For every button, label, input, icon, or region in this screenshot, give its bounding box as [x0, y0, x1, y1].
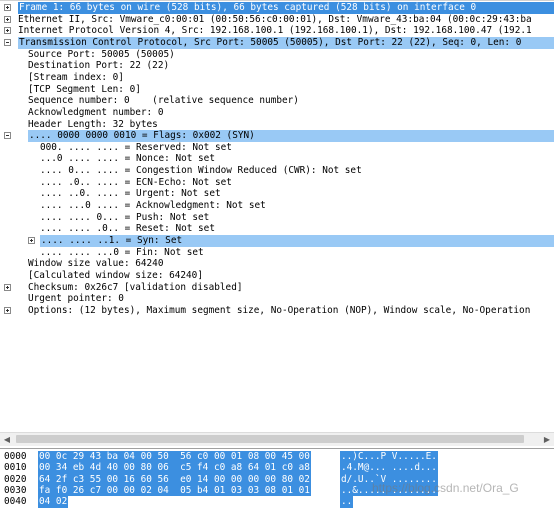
tree-row-label: Source Port: 50005 (50005)	[28, 48, 175, 60]
tree-row-label: [TCP Segment Len: 0]	[28, 83, 141, 95]
tree-row-label: Destination Port: 22 (22)	[28, 60, 170, 72]
hex-bytes[interactable]: 64 2f c3 55 00 16 60 56 e0 14 00 00 00 0…	[38, 473, 311, 486]
scroll-left-arrow-icon[interactable]: ◀	[0, 433, 14, 446]
hex-ascii[interactable]: .4.M@... ....d...	[340, 462, 438, 474]
tree-row[interactable]: Ethernet II, Src: Vmware_c0:00:01 (00:50…	[0, 14, 554, 26]
expand-icon[interactable]	[4, 4, 11, 11]
tree-row-label: Transmission Control Protocol, Src Port:…	[18, 36, 554, 49]
hex-offset: 0010	[4, 462, 27, 474]
hex-ascii[interactable]: ..)C...P V.....E.	[340, 451, 438, 463]
expand-icon[interactable]	[4, 15, 11, 23]
tree-row[interactable]: .... .... ...0 = Fin: Not set	[0, 247, 554, 259]
tree-row[interactable]: Source Port: 50005 (50005)	[0, 49, 554, 61]
tree-row-label: .... .... 0... = Push: Not set	[40, 211, 210, 223]
tree-row[interactable]: Destination Port: 22 (22)	[0, 60, 554, 72]
scroll-thumb[interactable]	[16, 435, 524, 443]
tree-row[interactable]: Acknowledgment number: 0	[0, 107, 554, 119]
tree-row-label: 000. .... .... = Reserved: Not set	[40, 141, 232, 153]
tree-row-label: Urgent pointer: 0	[28, 293, 124, 305]
tree-row-label: .... .... ..1. = Syn: Set	[40, 235, 554, 247]
tree-row[interactable]: [Stream index: 0]	[0, 72, 554, 84]
tree-row-label: Internet Protocol Version 4, Src: 192.16…	[18, 25, 532, 37]
tree-row[interactable]: Sequence number: 0 (relative sequence nu…	[0, 95, 554, 107]
hex-bytes[interactable]: 00 0c 29 43 ba 04 00 50 56 c0 00 01 08 0…	[38, 451, 311, 463]
tree-row-label: .... 0000 0000 0010 = Flags: 0x002 (SYN)	[28, 130, 554, 142]
hex-bytes[interactable]: 00 34 eb 4d 40 00 80 06 c5 f4 c0 a8 64 0…	[38, 462, 311, 474]
tree-row[interactable]: .... 0000 0000 0010 = Flags: 0x002 (SYN)	[0, 130, 554, 142]
hex-row[interactable]: 0040 04 02..	[0, 496, 554, 508]
tree-row[interactable]: [Calculated window size: 64240]	[0, 270, 554, 282]
hex-row[interactable]: 0000 00 0c 29 43 ba 04 00 50 56 c0 00 01 …	[0, 451, 554, 463]
hex-offset: 0040	[4, 496, 27, 508]
tree-row[interactable]: .... .... 0... = Push: Not set	[0, 212, 554, 224]
tree-row[interactable]: Transmission Control Protocol, Src Port:…	[0, 36, 554, 49]
tree-row[interactable]: .... .... .0.. = Reset: Not set	[0, 223, 554, 235]
hex-offset: 0020	[4, 473, 27, 485]
tree-row[interactable]: ...0 .... .... = Nonce: Not set	[0, 153, 554, 165]
tree-row[interactable]: Internet Protocol Version 4, Src: 192.16…	[0, 25, 554, 37]
tree-row[interactable]: Window size value: 64240	[0, 258, 554, 270]
packet-details-tree[interactable]: Frame 1: 66 bytes on wire (528 bits), 66…	[0, 0, 554, 432]
tree-row-label: [Stream index: 0]	[28, 71, 124, 83]
tree-row[interactable]: .... 0... .... = Congestion Window Reduc…	[0, 165, 554, 177]
tree-row-label: .... .0.. .... = ECN-Echo: Not set	[40, 176, 232, 188]
tree-row[interactable]: Urgent pointer: 0	[0, 293, 554, 305]
tree-row[interactable]: Frame 1: 66 bytes on wire (528 bits), 66…	[0, 2, 554, 14]
collapse-icon[interactable]	[4, 38, 11, 46]
tree-row-label: [Calculated window size: 64240]	[28, 269, 203, 281]
tree-row[interactable]: 000. .... .... = Reserved: Not set	[0, 142, 554, 154]
tree-row[interactable]: Header Length: 32 bytes	[0, 119, 554, 131]
tree-row-label: Frame 1: 66 bytes on wire (528 bits), 66…	[18, 2, 554, 14]
tree-row-label: Ethernet II, Src: Vmware_c0:00:01 (00:50…	[18, 13, 532, 25]
collapse-icon[interactable]	[4, 132, 11, 140]
hex-row[interactable]: 0010 00 34 eb 4d 40 00 80 06 c5 f4 c0 a8 …	[0, 462, 554, 474]
watermark: https://blog.csdn.net/Ora_G	[372, 481, 519, 495]
tree-row[interactable]: .... .... ..1. = Syn: Set	[0, 235, 554, 247]
tree-row[interactable]: .... ..0. .... = Urgent: Not set	[0, 188, 554, 200]
hex-ascii[interactable]: ..	[340, 496, 354, 508]
tree-row[interactable]: .... .0.. .... = ECN-Echo: Not set	[0, 177, 554, 189]
tree-row-label: .... ...0 .... = Acknowledgment: Not set	[40, 200, 266, 212]
expand-icon[interactable]	[4, 306, 11, 314]
expand-icon[interactable]	[28, 237, 35, 244]
tree-row[interactable]: Checksum: 0x26c7 [validation disabled]	[0, 282, 554, 294]
scroll-right-arrow-icon[interactable]: ▶	[540, 433, 554, 446]
tree-row-label: Acknowledgment number: 0	[28, 106, 164, 118]
tree-row[interactable]: [TCP Segment Len: 0]	[0, 84, 554, 96]
tree-row-label: Checksum: 0x26c7 [validation disabled]	[28, 281, 243, 293]
expand-icon[interactable]	[4, 27, 11, 35]
hex-offset: 0000	[4, 451, 27, 462]
expand-icon[interactable]	[4, 283, 11, 291]
hex-offset: 0030	[4, 484, 27, 496]
tree-row-label: ...0 .... .... = Nonce: Not set	[40, 153, 215, 165]
tree-row-label: .... 0... .... = Congestion Window Reduc…	[40, 165, 362, 177]
hex-bytes[interactable]: 04 02	[38, 496, 69, 508]
tree-row-label: .... ..0. .... = Urgent: Not set	[40, 188, 221, 200]
tree-row-label: Header Length: 32 bytes	[28, 118, 158, 130]
tree-row[interactable]: Options: (12 bytes), Maximum segment siz…	[0, 305, 554, 317]
packet-bytes-pane[interactable]: 0000 00 0c 29 43 ba 04 00 50 56 c0 00 01 …	[0, 448, 554, 508]
tree-row-label: .... .... ...0 = Fin: Not set	[40, 246, 204, 258]
tree-row[interactable]: .... ...0 .... = Acknowledgment: Not set	[0, 200, 554, 212]
tree-row-label: .... .... .0.. = Reset: Not set	[40, 223, 215, 235]
horizontal-scrollbar[interactable]: ◀ ▶	[0, 432, 554, 446]
hex-bytes[interactable]: fa f0 26 c7 00 00 02 04 05 b4 01 03 03 0…	[38, 484, 311, 497]
tree-row-label: Options: (12 bytes), Maximum segment siz…	[28, 304, 531, 316]
tree-row-label: Window size value: 64240	[28, 258, 164, 270]
tree-row-label: Sequence number: 0 (relative sequence nu…	[28, 95, 299, 107]
